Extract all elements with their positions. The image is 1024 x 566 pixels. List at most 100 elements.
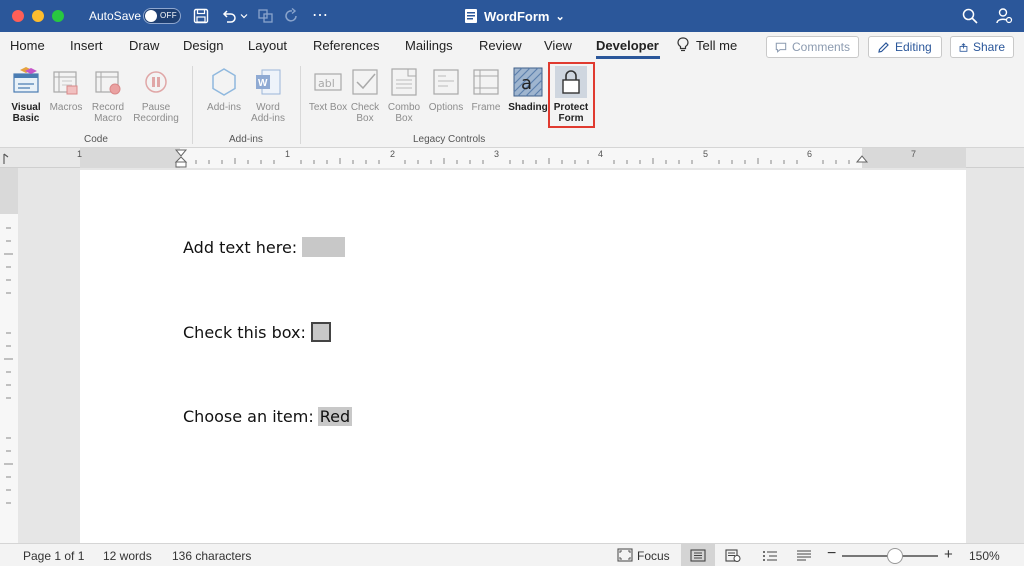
word-add-ins-button[interactable]: W Word Add-ins xyxy=(246,66,290,124)
shading-button[interactable]: a Shading xyxy=(506,66,550,113)
close-window-button[interactable] xyxy=(12,10,24,22)
add-ins-label: Add-ins xyxy=(207,102,241,113)
word-add-ins-label: Word Add-ins xyxy=(251,102,285,124)
text-field-label: Add text here: xyxy=(183,237,298,257)
add-ins-button[interactable]: Add-ins xyxy=(202,66,246,113)
form-line-dropdown: Choose an item: Red xyxy=(183,407,353,426)
options-button[interactable]: Options xyxy=(424,66,468,113)
comments-button[interactable]: Comments xyxy=(766,36,859,58)
comment-icon xyxy=(775,42,787,53)
document-title-text: WordForm xyxy=(484,8,550,24)
checkbox-label: Check this box: xyxy=(183,322,306,342)
options-icon xyxy=(430,66,462,98)
ribbon-panel: Visual Basic Macros Record Macro Pause R… xyxy=(0,60,1024,148)
ruler-number: 5 xyxy=(703,149,709,159)
record-macro-icon xyxy=(92,66,124,98)
tab-review[interactable]: Review xyxy=(479,38,522,53)
word-add-ins-icon: W xyxy=(252,66,284,98)
focus-label[interactable]: Focus xyxy=(637,549,670,563)
macros-label: Macros xyxy=(49,102,83,113)
autosave-label: AutoSave xyxy=(89,9,142,23)
word-doc-icon xyxy=(465,9,477,23)
zoom-window-button[interactable] xyxy=(52,10,64,22)
macros-icon xyxy=(50,66,82,98)
vertical-ruler[interactable] xyxy=(0,168,18,543)
zoom-out-button[interactable]: − xyxy=(827,545,836,563)
tab-design[interactable]: Design xyxy=(183,38,223,53)
account-icon[interactable] xyxy=(994,6,1014,26)
check-box-button[interactable]: Check Box xyxy=(343,66,387,124)
macros-button[interactable]: Macros xyxy=(44,66,88,113)
combo-box-button[interactable]: Combo Box xyxy=(382,66,426,124)
zoom-in-button[interactable]: + xyxy=(944,546,953,563)
ruler-number: 2 xyxy=(390,149,396,159)
share-button[interactable]: Share xyxy=(950,36,1014,58)
visual-basic-label: Visual Basic xyxy=(11,102,41,124)
svg-text:abl: abl xyxy=(318,77,335,90)
tab-home[interactable]: Home xyxy=(10,38,45,53)
document-page[interactable] xyxy=(80,170,966,543)
frame-button[interactable]: Frame xyxy=(464,66,508,113)
dropdown-form-field[interactable]: Red xyxy=(317,407,353,426)
ribbon-separator xyxy=(300,66,301,144)
editing-button[interactable]: Editing xyxy=(868,36,942,58)
tab-insert[interactable]: Insert xyxy=(70,38,103,53)
horizontal-ruler[interactable]: 1 1 2 3 4 5 6 7 xyxy=(0,148,1024,168)
print-layout-icon[interactable] xyxy=(690,549,706,565)
title-chevron-icon: ⌄ xyxy=(555,10,565,23)
save-icon[interactable] xyxy=(191,6,211,26)
character-count[interactable]: 136 characters xyxy=(172,549,251,563)
check-box-icon xyxy=(349,66,381,98)
outline-view-icon[interactable] xyxy=(762,549,778,565)
web-layout-icon[interactable] xyxy=(725,549,741,565)
tab-layout[interactable]: Layout xyxy=(248,38,287,53)
chevron-down-icon[interactable] xyxy=(237,6,251,26)
ruler-number: 6 xyxy=(807,149,813,159)
tab-tell-me[interactable]: Tell me xyxy=(696,38,737,53)
more-options-icon[interactable]: ⋯ xyxy=(312,5,328,25)
tab-mailings[interactable]: Mailings xyxy=(405,38,453,53)
record-macro-button[interactable]: Record Macro xyxy=(86,66,130,124)
ruler-number: 1 xyxy=(77,149,83,159)
check-box-label: Check Box xyxy=(350,102,380,124)
tab-references[interactable]: References xyxy=(313,38,379,53)
copy-format-icon[interactable] xyxy=(256,6,276,26)
focus-icon[interactable] xyxy=(617,548,633,565)
add-ins-group-label: Add-ins xyxy=(229,134,263,145)
ruler-number: 1 xyxy=(285,149,291,159)
dropdown-label: Choose an item: xyxy=(183,407,314,426)
zoom-slider-handle[interactable] xyxy=(887,548,903,564)
toggle-state: OFF xyxy=(160,11,177,20)
word-count[interactable]: 12 words xyxy=(103,549,152,563)
minimize-window-button[interactable] xyxy=(32,10,44,22)
lightbulb-icon[interactable] xyxy=(677,37,689,56)
tab-view[interactable]: View xyxy=(544,38,572,53)
combo-box-icon xyxy=(388,66,420,98)
zoom-level[interactable]: 150% xyxy=(969,549,1000,563)
autosave-toggle[interactable]: OFF xyxy=(143,8,181,24)
redo-icon[interactable] xyxy=(282,6,302,26)
document-title[interactable]: WordForm ⌄ xyxy=(464,8,565,24)
share-icon xyxy=(959,42,968,52)
toggle-knob xyxy=(145,10,157,22)
page-count[interactable]: Page 1 of 1 xyxy=(23,549,84,563)
shading-label: Shading xyxy=(508,102,548,113)
code-group-label: Code xyxy=(84,134,108,145)
tab-draw[interactable]: Draw xyxy=(129,38,159,53)
visual-basic-button[interactable]: Visual Basic xyxy=(4,66,48,124)
checkbox-form-field[interactable] xyxy=(310,322,331,342)
draft-view-icon[interactable] xyxy=(796,549,812,565)
comments-label: Comments xyxy=(791,40,850,54)
ruler-number: 4 xyxy=(598,149,604,159)
pause-recording-button[interactable]: Pause Recording xyxy=(130,66,182,124)
shading-icon: a xyxy=(512,66,544,98)
pencil-icon xyxy=(878,41,889,53)
text-form-field[interactable] xyxy=(302,237,346,257)
ruler-number: 7 xyxy=(911,149,917,159)
tab-developer[interactable]: Developer xyxy=(596,38,659,53)
search-icon[interactable] xyxy=(960,6,980,26)
undo-icon[interactable] xyxy=(219,6,239,26)
form-line-checkbox: Check this box: xyxy=(183,322,331,342)
form-line-text: Add text here: xyxy=(183,237,346,257)
legacy-controls-group-label: Legacy Controls xyxy=(413,134,486,145)
